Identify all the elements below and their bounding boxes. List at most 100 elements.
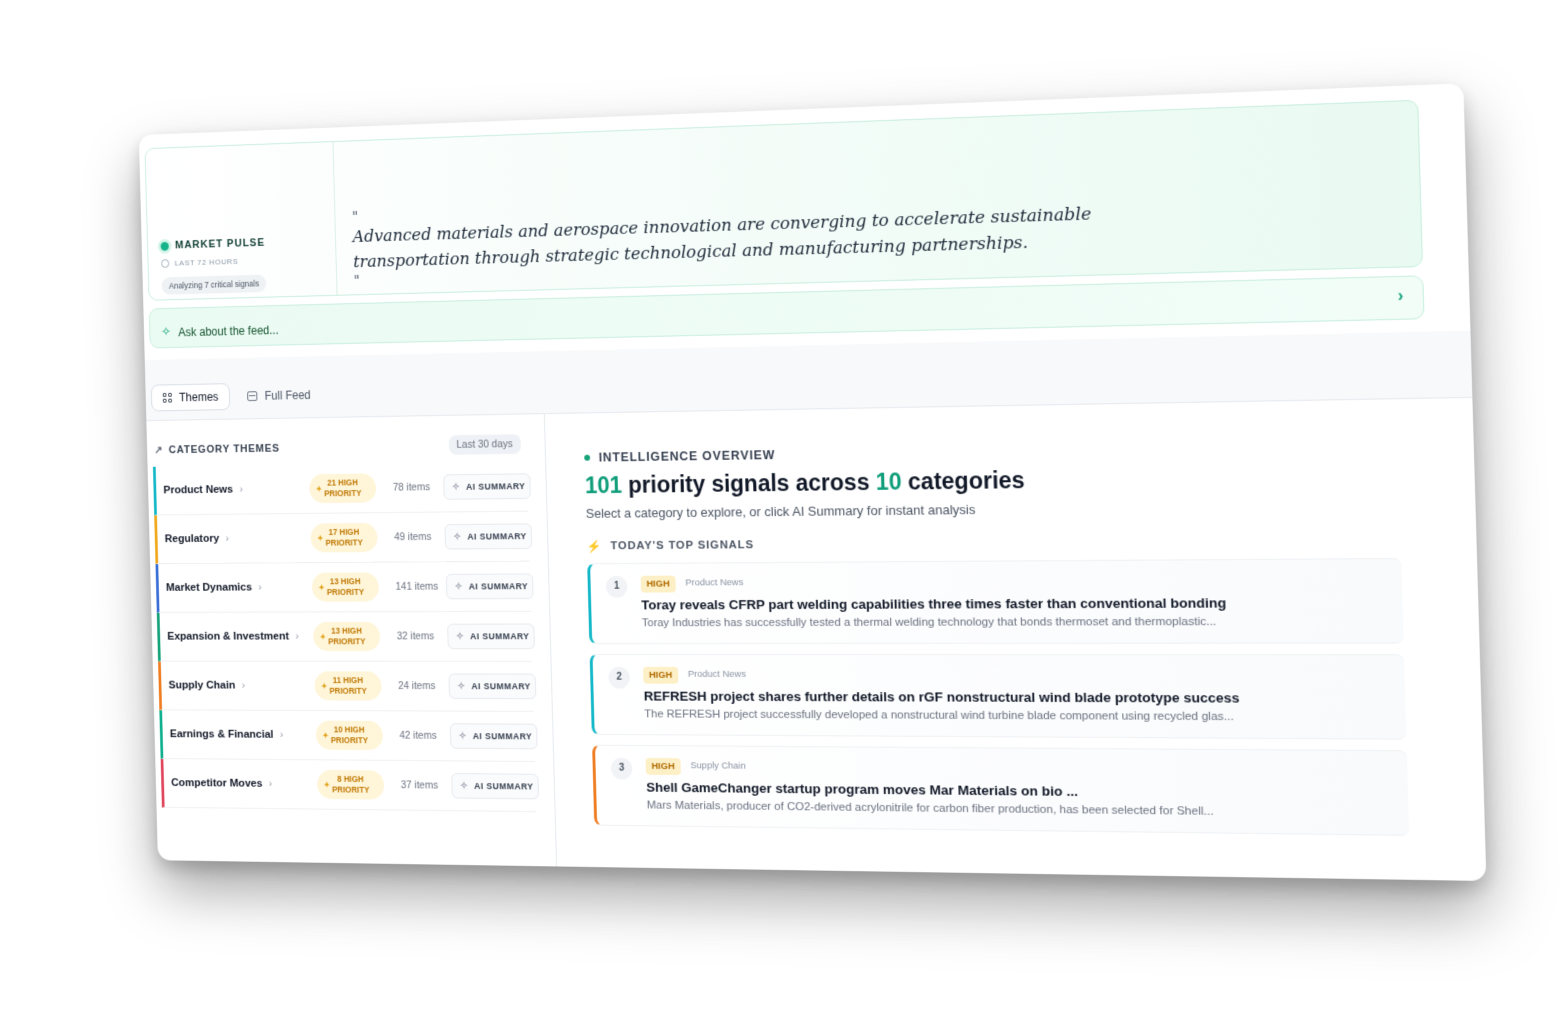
sparkle-icon: ✦ — [321, 681, 327, 692]
high-priority-badge: ✦ 11 HIGH PRIORITY — [314, 671, 382, 700]
chevron-right-icon: › — [239, 484, 243, 496]
ai-summary-button[interactable]: ✧ AI SUMMARY — [444, 523, 532, 549]
signal-title[interactable]: Shell GameChanger startup program moves … — [646, 780, 1078, 799]
overview-subtitle: Select a category to explore, or click A… — [586, 502, 976, 521]
high-priority-badge: ✦ 21 HIGH PRIORITY — [309, 473, 376, 503]
category-count: 10 — [876, 468, 902, 495]
chevron-right-icon: › — [280, 729, 284, 741]
high-priority-badge: ✦ 17 HIGH PRIORITY — [310, 523, 377, 553]
tab-full-feed-label: Full Feed — [264, 388, 310, 402]
ai-summary-button[interactable]: ✧ AI SUMMARY — [447, 624, 535, 650]
ask-feed-input[interactable]: Ask about the feed... — [178, 323, 279, 339]
sparkle-icon: ✧ — [460, 780, 469, 791]
tab-themes-label: Themes — [179, 390, 219, 404]
grid-icon — [163, 393, 172, 403]
signal-description: Mars Materials, producer of CO2-derived … — [647, 800, 1214, 818]
high-priority-badge: ✦ 8 HIGH PRIORITY — [317, 770, 385, 800]
signal-card[interactable]: 1 HIGH Product News Toray reveals CFRP part… — [587, 558, 1403, 644]
market-pulse-title: MARKET PULSE — [175, 237, 265, 251]
signal-title[interactable]: Toray reveals CFRP part welding capabili… — [641, 595, 1226, 612]
sparkle-icon: ✦ — [320, 632, 326, 643]
sparkle-icon: ✦ — [322, 730, 328, 741]
tab-full-feed[interactable]: Full Feed — [236, 381, 322, 410]
market-pulse-quote: " Advanced materials and aerospace innov… — [333, 111, 1142, 294]
priority-badge: HIGH — [641, 576, 676, 593]
sparkle-icon: ✧ — [161, 324, 171, 340]
high-priority-badge: ✦ 13 HIGH PRIORITY — [313, 622, 381, 651]
status-dot-icon — [161, 241, 169, 250]
category-name[interactable]: Market Dynamics › — [166, 582, 262, 594]
category-row[interactable]: Market Dynamics › ✦ 13 HIGH PRIORITY 141 item… — [156, 562, 532, 613]
signal-category: Product News — [688, 669, 746, 680]
item-count: 37 items — [401, 779, 439, 791]
chevron-right-icon: › — [242, 680, 246, 692]
category-name[interactable]: Regulatory › — [165, 533, 230, 545]
market-pulse-time-range: LAST 72 HOURS — [175, 257, 239, 267]
category-name[interactable]: Expansion & Investment › — [167, 631, 299, 643]
category-row[interactable]: Supply Chain › ✦ 11 HIGH PRIORITY 24 items ✧ AI… — [158, 662, 534, 712]
item-count: 42 items — [399, 730, 436, 742]
status-dot-icon — [584, 455, 590, 461]
sparkle-icon: ✦ — [324, 780, 330, 791]
priority-badge: HIGH — [643, 667, 678, 684]
ai-summary-button[interactable]: ✧ AI SUMMARY — [448, 673, 536, 699]
trending-up-icon: ↗ — [154, 444, 163, 457]
category-row[interactable]: Competitor Moves › ✦ 8 HIGH PRIORITY 37 items… — [161, 759, 537, 812]
signal-category: Product News — [685, 577, 743, 588]
overview-label: INTELLIGENCE OVERVIEW — [599, 448, 776, 464]
signal-count: 101 — [585, 472, 623, 498]
item-count: 32 items — [397, 631, 434, 643]
category-row[interactable]: Regulatory › ✦ 17 HIGH PRIORITY 49 items ✧ AI S… — [154, 512, 529, 565]
market-pulse-meta: MARKET PULSE LAST 72 HOURS Analyzing 7 c… — [145, 142, 337, 300]
dashboard-card: MARKET PULSE LAST 72 HOURS Analyzing 7 c… — [139, 83, 1487, 881]
category-name[interactable]: Earnings & Financial › — [170, 728, 284, 740]
ai-summary-button[interactable]: ✧ AI SUMMARY — [450, 723, 538, 749]
sparkle-icon: ✧ — [452, 482, 461, 493]
signal-rank: 3 — [611, 758, 633, 780]
category-row[interactable]: Earnings & Financial › ✦ 10 HIGH PRIORITY 42 … — [159, 710, 535, 762]
category-name[interactable]: Product News › — [163, 484, 243, 496]
sparkle-icon: ✦ — [317, 533, 323, 544]
category-row[interactable]: Expansion & Investment › ✦ 13 HIGH PRIORITY 3… — [157, 612, 533, 662]
sparkle-icon: ✧ — [457, 681, 466, 692]
category-name[interactable]: Supply Chain › — [168, 680, 245, 692]
overview-headline: 101 priority signals across 10 categorie… — [585, 467, 1025, 499]
signal-card[interactable]: 3 HIGH Supply Chain Shell GameChanger start… — [592, 745, 1409, 836]
signal-rank: 1 — [606, 576, 628, 598]
chevron-right-icon: › — [258, 582, 262, 594]
chevron-right-icon: › — [269, 778, 273, 790]
item-count: 78 items — [393, 481, 430, 493]
sparkle-icon: ✧ — [456, 631, 465, 642]
chevron-right-icon: › — [295, 631, 299, 643]
signal-category: Supply Chain — [690, 760, 746, 771]
headline-mid: priority signals across — [622, 469, 877, 498]
signal-description: The REFRESH project successfully develop… — [644, 708, 1234, 723]
category-row[interactable]: Product News › ✦ 21 HIGH PRIORITY 78 items ✧ AI… — [153, 462, 528, 516]
category-themes-panel: ↗ CATEGORY THEMES Last 30 days Product N… — [146, 414, 557, 866]
sparkle-icon: ✧ — [453, 531, 462, 542]
intelligence-overview: INTELLIGENCE OVERVIEW 101 priority signa… — [583, 398, 1475, 881]
tab-themes[interactable]: Themes — [151, 383, 231, 411]
signal-title[interactable]: REFRESH project shares further details o… — [644, 689, 1240, 706]
priority-badge: HIGH — [646, 758, 681, 775]
sparkle-icon: ✧ — [454, 581, 463, 592]
signal-rank: 2 — [608, 667, 630, 689]
headline-end: categories — [901, 467, 1025, 495]
ai-summary-button[interactable]: ✧ AI SUMMARY — [446, 573, 534, 599]
ai-summary-button[interactable]: ✧ AI SUMMARY — [443, 473, 531, 500]
high-priority-badge: ✦ 13 HIGH PRIORITY — [312, 572, 380, 601]
category-list: Product News › ✦ 21 HIGH PRIORITY 78 items ✧ AI… — [153, 462, 537, 813]
item-count: 24 items — [398, 680, 435, 692]
sparkle-icon: ✦ — [316, 484, 322, 495]
top-signals-label: TODAY'S TOP SIGNALS — [610, 539, 754, 552]
market-pulse-panel: MARKET PULSE LAST 72 HOURS Analyzing 7 c… — [145, 100, 1423, 301]
sparkle-icon: ✦ — [318, 582, 324, 593]
ai-summary-button[interactable]: ✧ AI SUMMARY — [451, 773, 539, 799]
category-name[interactable]: Competitor Moves › — [171, 777, 272, 790]
signal-card[interactable]: 2 HIGH Product News REFRESH project shares … — [590, 654, 1407, 740]
period-badge: Last 30 days — [449, 434, 521, 455]
chevron-right-icon[interactable]: › — [1397, 287, 1403, 306]
signal-description: Toray Industries has successfully tested… — [642, 616, 1217, 629]
signals-chip: Analyzing 7 critical signals — [161, 275, 266, 295]
list-icon — [247, 391, 257, 401]
